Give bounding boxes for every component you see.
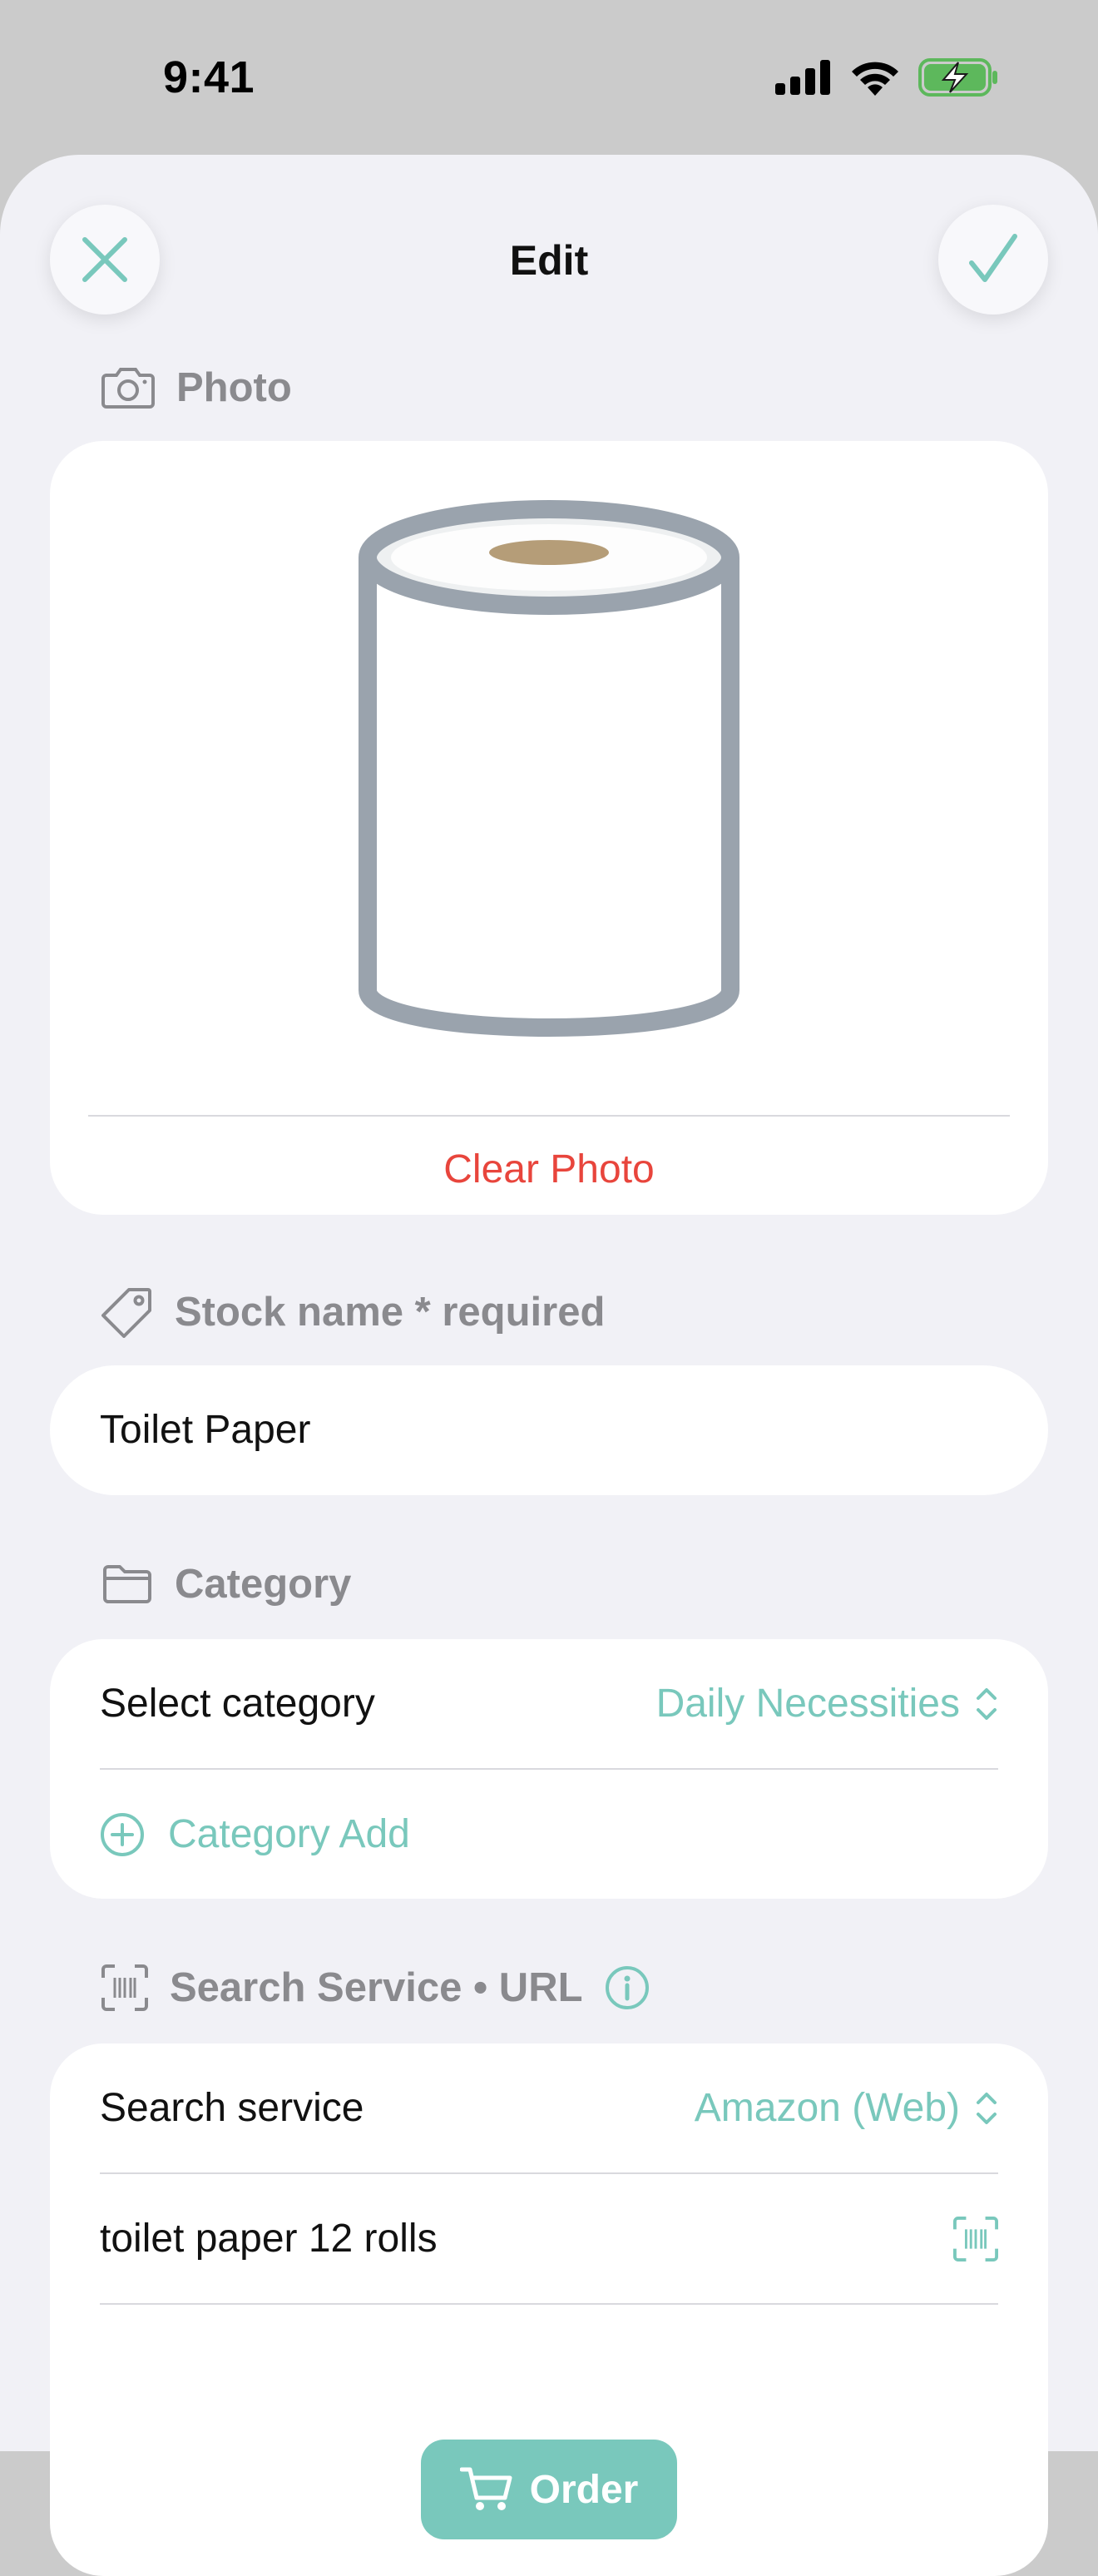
- photo-section-header: Photo: [101, 364, 292, 411]
- category-add-label: Category Add: [168, 1812, 410, 1856]
- barcode-scan-icon[interactable]: [953, 2216, 998, 2261]
- tag-icon: [101, 1288, 151, 1338]
- camera-icon: [101, 368, 155, 409]
- search-query-field[interactable]: toilet paper 12 rolls: [100, 2174, 998, 2303]
- stock-name-value: Toilet Paper: [100, 1408, 311, 1452]
- photo-image[interactable]: [50, 441, 1048, 1107]
- search-service-value: Amazon (Web): [694, 2086, 960, 2130]
- search-service-section-header: Search Service • URL: [101, 1964, 650, 2011]
- cellular-signal-icon: [775, 60, 830, 95]
- stock-name-field[interactable]: Toilet Paper: [50, 1365, 1048, 1495]
- search-service-section-label: Search Service • URL: [170, 1965, 583, 2010]
- wifi-icon: [852, 62, 898, 96]
- category-section-header: Category: [101, 1561, 351, 1608]
- search-service-label: Search service: [100, 2086, 364, 2130]
- info-icon[interactable]: [605, 1965, 650, 2010]
- page-title: Edit: [509, 237, 589, 284]
- select-category-label: Select category: [100, 1682, 375, 1726]
- stock-name-section-label: Stock name * required: [175, 1290, 606, 1335]
- search-service-picker[interactable]: Amazon (Web): [695, 2085, 998, 2131]
- select-category-row[interactable]: Select category Daily Necessities: [100, 1639, 998, 1768]
- order-button-label: Order: [529, 2467, 639, 2512]
- divider: [88, 1115, 1010, 1117]
- clear-photo-button[interactable]: Clear Photo: [50, 1147, 1048, 1192]
- checkmark-icon: [969, 234, 1017, 282]
- folder-icon: [103, 1565, 151, 1603]
- plus-circle-icon: [101, 1812, 144, 1856]
- search-query-value: toilet paper 12 rolls: [100, 2217, 438, 2261]
- search-service-card: Search service Amazon (Web) toilet paper…: [50, 2043, 1048, 2576]
- status-time: 9:41: [163, 52, 255, 102]
- photo-card: Clear Photo: [50, 441, 1048, 1215]
- stock-name-section-header: Stock name * required: [101, 1286, 605, 1338]
- battery-charging-icon: [918, 58, 997, 97]
- toilet-paper-roll-image: [359, 500, 739, 1037]
- category-picker[interactable]: Daily Necessities: [656, 1681, 998, 1726]
- chevron-up-down-icon: [977, 1687, 997, 1720]
- cart-icon: [459, 2467, 512, 2510]
- photo-section-label: Photo: [176, 365, 292, 410]
- edit-sheet: Edit Photo Clear Photo Stock name * requ…: [0, 155, 1098, 2576]
- category-picker-value: Daily Necessities: [655, 1682, 960, 1726]
- divider: [100, 2303, 998, 2305]
- category-section-label: Category: [175, 1562, 352, 1607]
- barcode-scan-icon: [101, 1964, 148, 2011]
- status-bar: 9:41: [0, 0, 1098, 158]
- search-service-row[interactable]: Search service Amazon (Web): [100, 2043, 998, 2172]
- chevron-up-down-icon: [977, 2092, 997, 2124]
- category-add-button[interactable]: Category Add: [100, 1770, 998, 1899]
- order-button[interactable]: Order: [421, 2440, 677, 2539]
- status-icons: [775, 58, 998, 97]
- done-button[interactable]: [938, 205, 1048, 315]
- category-card: Select category Daily Necessities Catego…: [50, 1639, 1048, 1899]
